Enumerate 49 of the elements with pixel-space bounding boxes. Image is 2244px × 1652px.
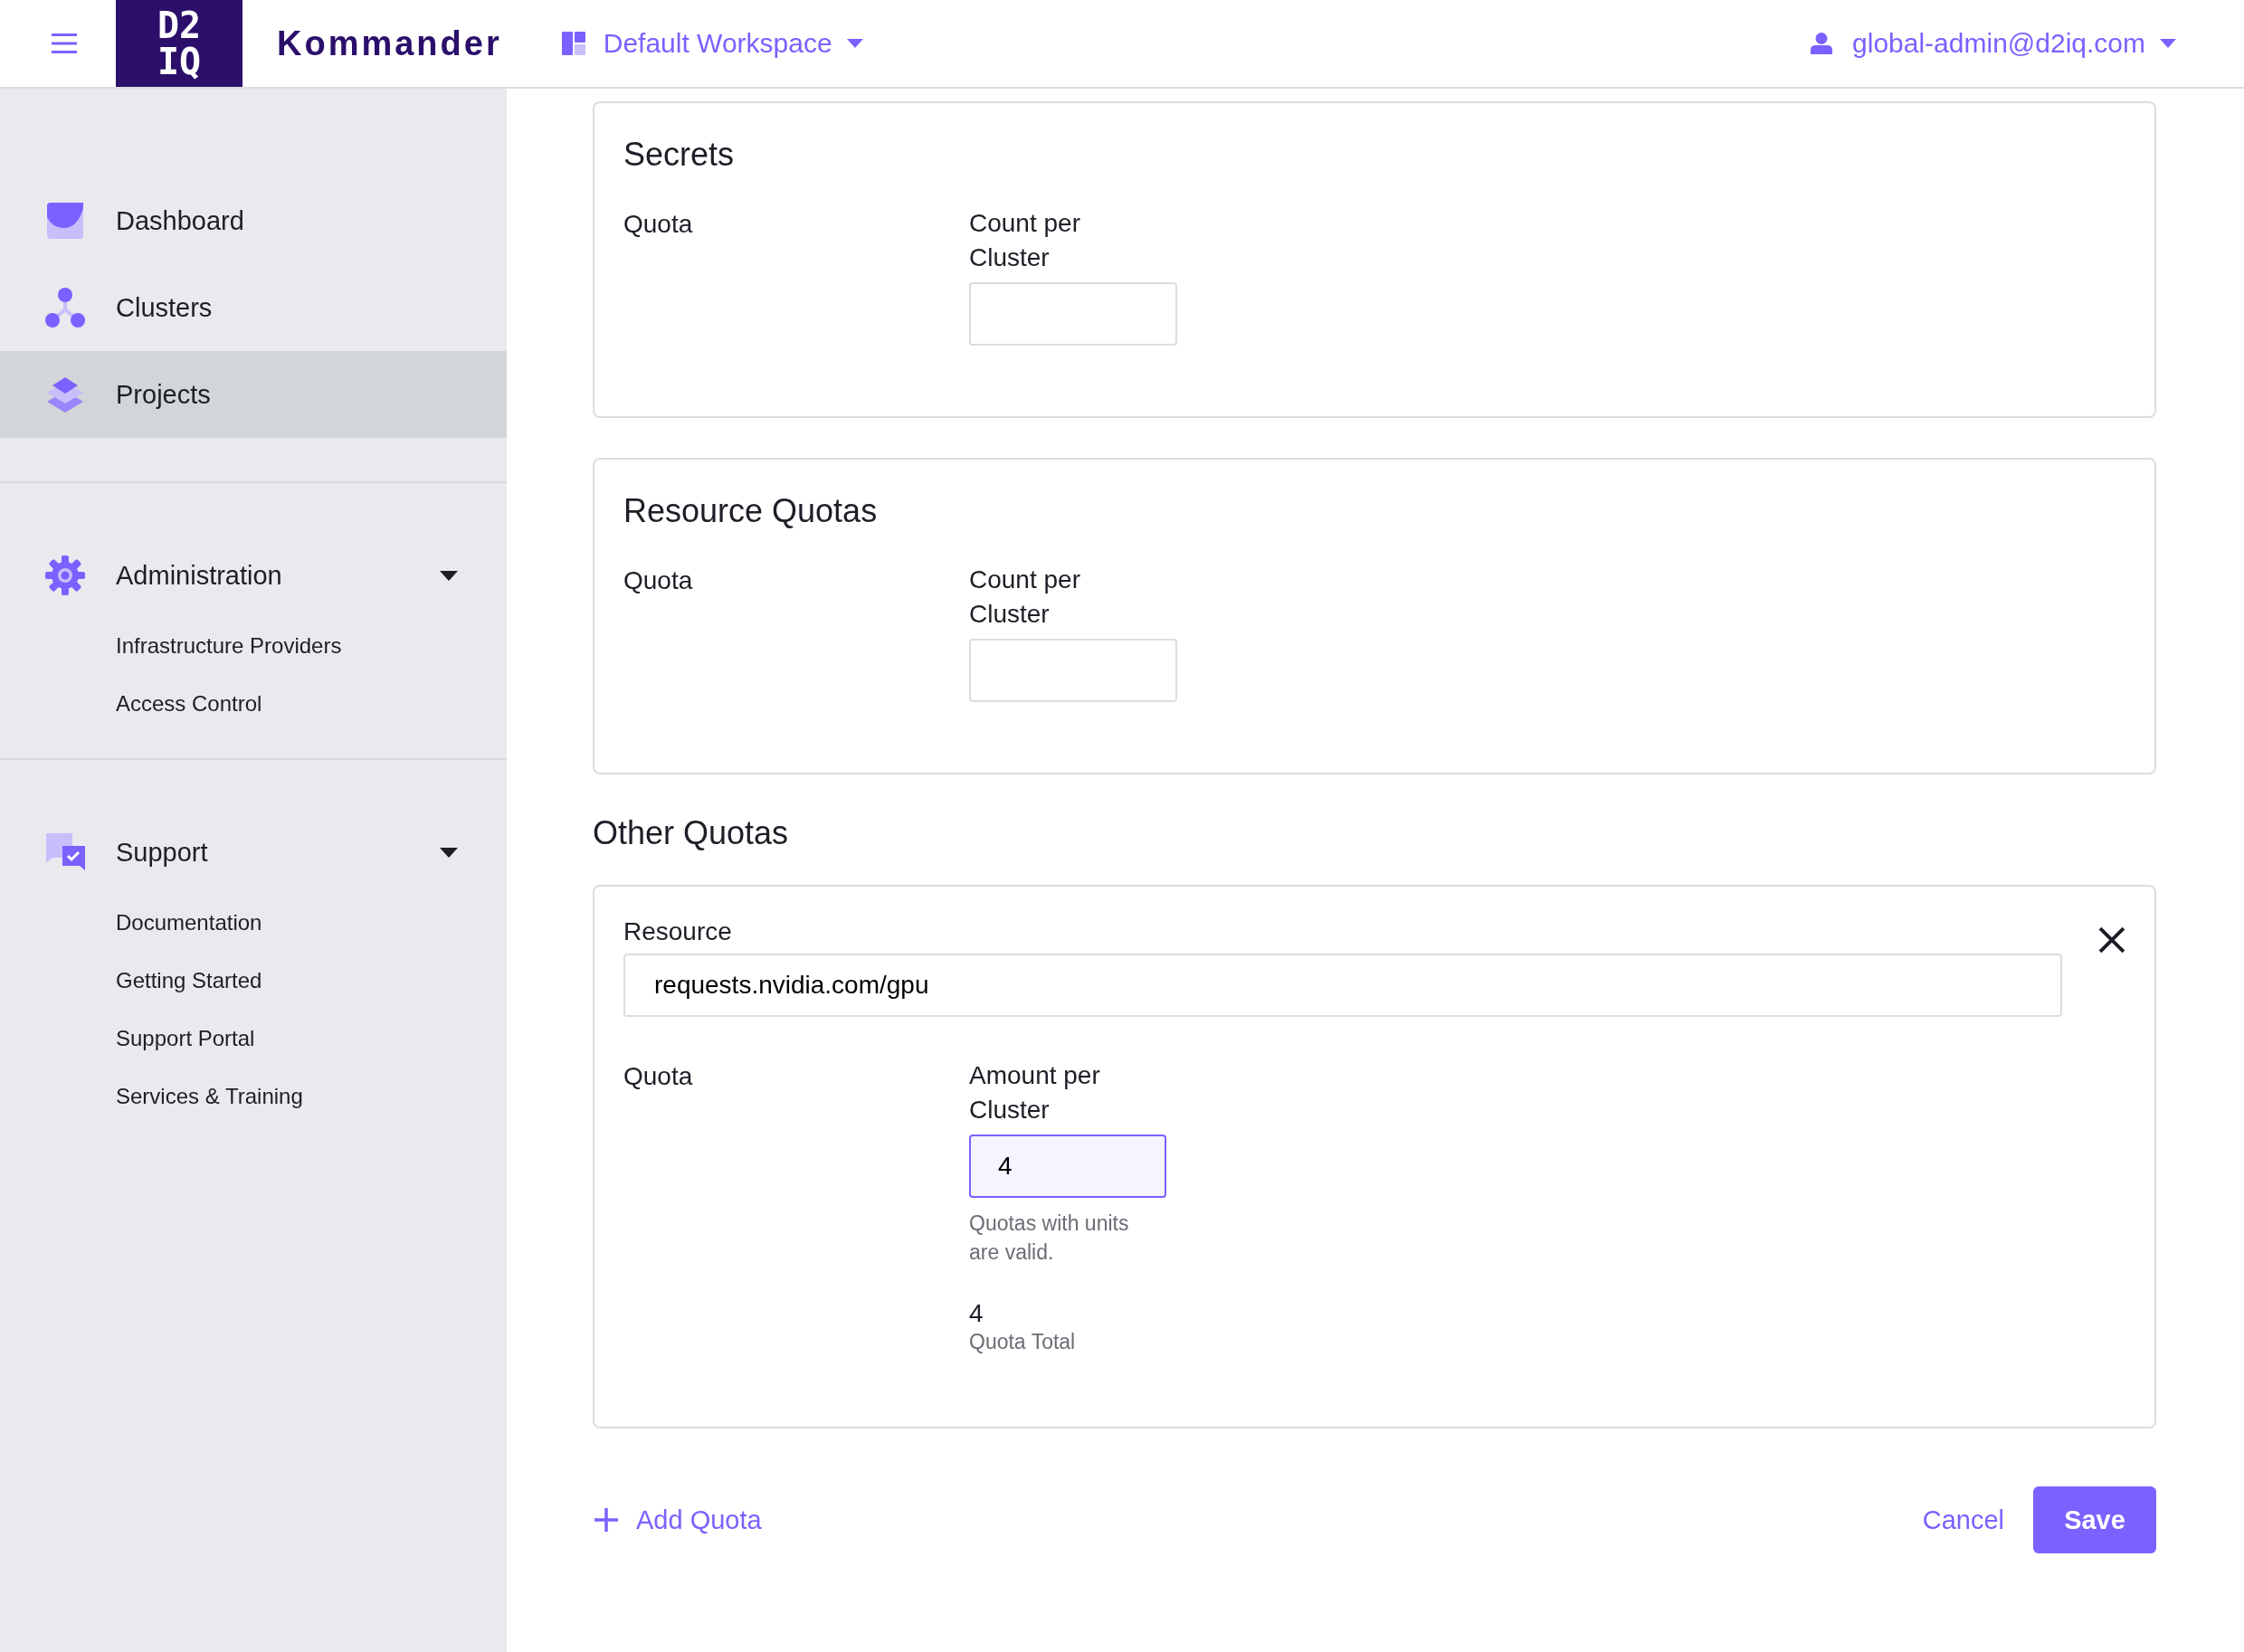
add-quota-button[interactable]: Add Quota — [594, 1505, 762, 1535]
layers-icon — [45, 375, 85, 414]
row-label: Quota — [623, 1062, 694, 1092]
card-title: Secrets — [623, 136, 736, 174]
close-icon[interactable] — [2098, 926, 2125, 954]
sidebar-item[interactable]: Projects — [0, 351, 507, 438]
sidebar-section[interactable]: Support — [0, 823, 507, 881]
workspace-dropdown[interactable]: Default Workspace — [603, 28, 863, 59]
caret-icon — [846, 39, 863, 48]
hint-text: Quotas with units are valid. — [969, 1211, 1130, 1266]
section-title: Other Quotas — [593, 814, 790, 852]
save-button[interactable]: Save — [2033, 1486, 2156, 1553]
sidebar-link[interactable]: Access Control — [0, 675, 507, 733]
sidebar-item[interactable]: Clusters — [0, 264, 507, 351]
cancel-button[interactable]: Cancel — [1922, 1505, 2004, 1535]
workspace-icon — [561, 32, 585, 55]
product-name: Kommander — [277, 24, 502, 63]
logo: D2 IQ — [116, 0, 242, 87]
caret-icon — [2160, 39, 2176, 48]
user-icon — [1811, 33, 1833, 54]
sidebar-link[interactable]: Support Portal — [0, 1010, 507, 1068]
dashboard-icon — [45, 201, 85, 241]
sidebar-link[interactable]: Documentation — [0, 894, 507, 952]
field-label: Amount per Cluster — [969, 1060, 1101, 1125]
quota-total-value: 4 — [969, 1299, 984, 1328]
plus-icon — [594, 1508, 618, 1532]
resource-input[interactable]: requests.nvidia.com/gpu — [623, 954, 2063, 1017]
user-menu[interactable]: global-admin@d2iq.com — [1852, 28, 2176, 59]
count-input[interactable] — [969, 282, 1177, 346]
menu-icon[interactable] — [52, 33, 77, 53]
sidebar-item[interactable]: Dashboard — [0, 177, 507, 264]
field-label: Count per Cluster — [969, 208, 1081, 273]
field-label: Count per Cluster — [969, 565, 1081, 630]
caret-icon[interactable] — [440, 847, 458, 858]
gear-icon — [45, 555, 85, 595]
caret-icon[interactable] — [440, 570, 458, 581]
sidebar-link[interactable]: Getting Started — [0, 952, 507, 1010]
sidebar-link[interactable]: Services & Training — [0, 1068, 507, 1125]
sidebar-section[interactable]: Administration — [0, 546, 507, 604]
card-title: Resource Quotas — [623, 492, 879, 530]
quota-total-label: Quota Total — [969, 1330, 1077, 1354]
row-label: Quota — [623, 566, 694, 596]
sidebar-link[interactable]: Infrastructure Providers — [0, 617, 507, 675]
count-input[interactable] — [969, 639, 1177, 702]
field-label: Resource — [623, 917, 733, 946]
row-label: Quota — [623, 210, 694, 240]
chat-bubbles-icon — [45, 832, 85, 872]
amount-input[interactable]: 4 — [969, 1135, 1166, 1198]
clusters-icon — [45, 288, 85, 328]
